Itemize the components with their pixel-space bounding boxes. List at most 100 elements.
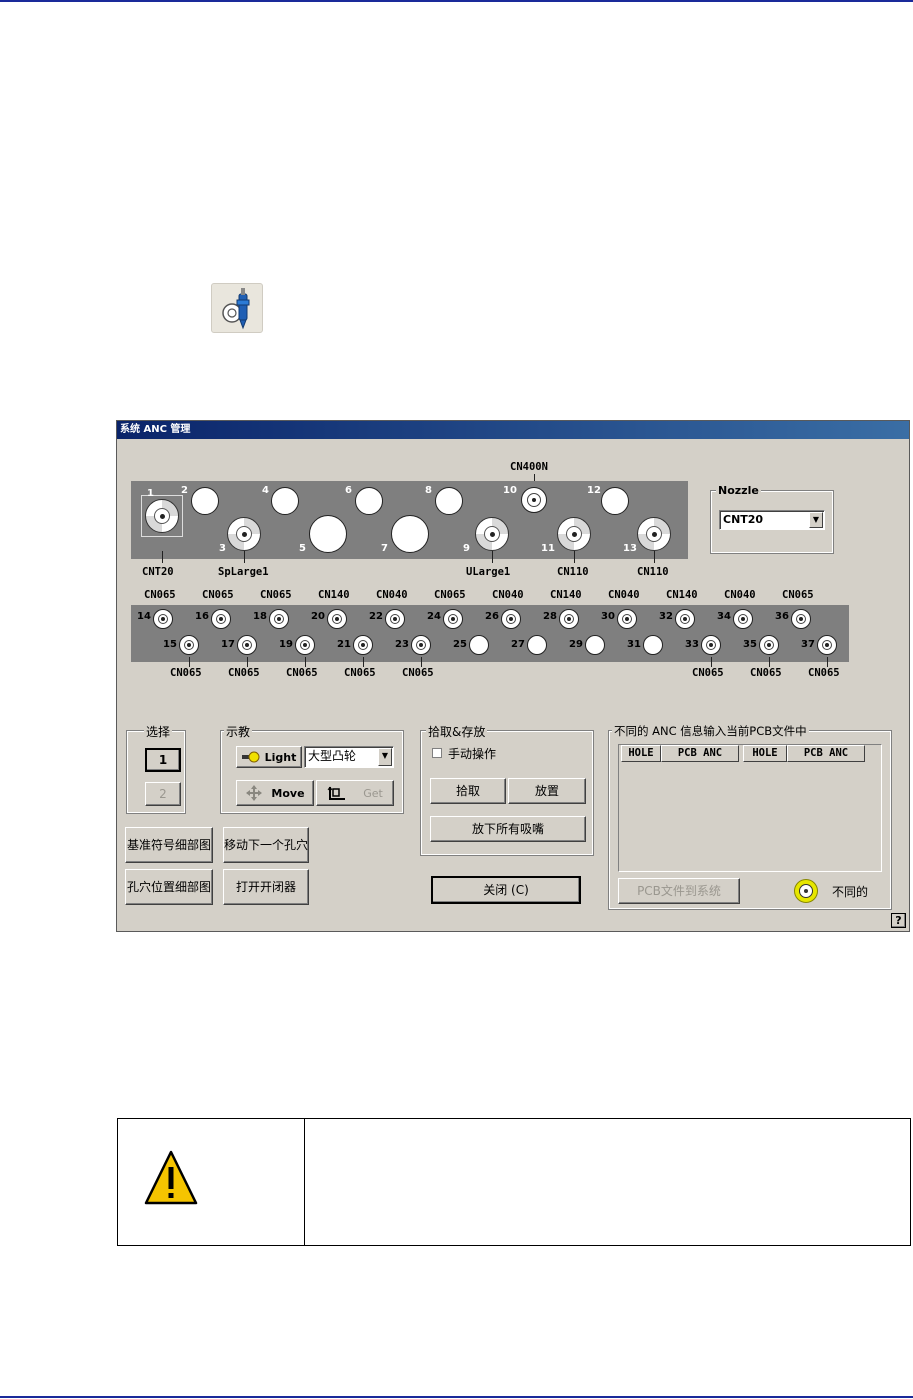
- empty-hole-8[interactable]: [435, 487, 463, 515]
- fiducial-detail-button[interactable]: 基准符号细部图: [125, 827, 213, 863]
- nozzle-hole-30[interactable]: [617, 609, 637, 629]
- hole-number: 9: [463, 543, 470, 554]
- open-opener-button[interactable]: 打开开闭器: [223, 869, 309, 905]
- empty-hole-5[interactable]: [309, 515, 347, 553]
- nozzle-hole-17[interactable]: [237, 635, 257, 655]
- cam-select-value: 大型凸轮: [308, 749, 357, 763]
- anc-management-dialog: 系统 ANC 管理 CN400N 1 2 3 4 5 6 7 8 9 10 11…: [116, 420, 910, 932]
- nozzle-hole-26[interactable]: [501, 609, 521, 629]
- column-header-pcb-anc[interactable]: PCB ANC: [787, 745, 865, 762]
- nozzle-group-title: Nozzle: [716, 484, 761, 497]
- label-tick: [421, 657, 422, 667]
- pick-button[interactable]: 拾取: [430, 778, 506, 804]
- hole-number: 29: [569, 639, 583, 650]
- nozzle-label-cnt20: CNT20: [142, 566, 174, 578]
- hole-number: 35: [743, 639, 757, 650]
- get-button[interactable]: Get: [316, 780, 394, 806]
- lower-nozzle-label: CN065: [750, 667, 782, 679]
- manual-operation-checkbox[interactable]: [432, 748, 442, 758]
- nozzle-hole-35[interactable]: [759, 635, 779, 655]
- nozzle-hole-14[interactable]: [153, 609, 173, 629]
- nozzle-hole-20[interactable]: [327, 609, 347, 629]
- select-button-2[interactable]: 2: [145, 782, 181, 806]
- nozzle-hole-33[interactable]: [701, 635, 721, 655]
- hole-number: 25: [453, 639, 467, 650]
- nozzle-hole-13[interactable]: [637, 517, 671, 551]
- hole-number: 20: [311, 611, 325, 622]
- nozzle-hole-24[interactable]: [443, 609, 463, 629]
- nozzle-hole-16[interactable]: [211, 609, 231, 629]
- nozzle-hole-1[interactable]: [145, 499, 179, 533]
- teach-group-title: 示教: [224, 723, 253, 740]
- move-arrows-icon: [246, 785, 263, 801]
- light-button[interactable]: Light: [236, 746, 302, 768]
- upper-nozzle-label: CN040: [376, 589, 408, 601]
- empty-hole-6[interactable]: [355, 487, 383, 515]
- column-header-hole[interactable]: HOLE: [743, 745, 787, 762]
- nozzle-hole-15[interactable]: [179, 635, 199, 655]
- hole-number: 21: [337, 639, 351, 650]
- cam-select[interactable]: 大型凸轮 ▼: [304, 746, 394, 768]
- nozzle-hole-23[interactable]: [411, 635, 431, 655]
- empty-hole-29[interactable]: [585, 635, 605, 655]
- chevron-down-icon[interactable]: ▼: [378, 748, 392, 766]
- nozzle-hole-19[interactable]: [295, 635, 315, 655]
- empty-hole-4[interactable]: [271, 487, 299, 515]
- hole-number: 6: [345, 485, 352, 496]
- help-button[interactable]: ?: [891, 913, 906, 928]
- select-group: 选择 1 2: [126, 723, 186, 814]
- place-button[interactable]: 放置: [508, 778, 586, 804]
- hole-number: 12: [587, 485, 601, 496]
- lower-nozzle-label: CN065: [228, 667, 260, 679]
- empty-hole-2[interactable]: [191, 487, 219, 515]
- footer-rule: [0, 1396, 913, 1398]
- move-button[interactable]: Move: [236, 780, 314, 806]
- nozzle-hole-18[interactable]: [269, 609, 289, 629]
- hole-number: 8: [425, 485, 432, 496]
- nozzle-hole-37[interactable]: [817, 635, 837, 655]
- hole-number: 24: [427, 611, 441, 622]
- move-next-hole-button[interactable]: 移动下一个孔穴: [223, 827, 309, 863]
- chevron-down-icon[interactable]: ▼: [809, 512, 823, 528]
- move-button-label: Move: [271, 786, 305, 800]
- empty-hole-27[interactable]: [527, 635, 547, 655]
- column-header-pcb-anc[interactable]: PCB ANC: [661, 745, 739, 762]
- nozzle-hole-9[interactable]: [475, 517, 509, 551]
- nozzle-hole-11[interactable]: [557, 517, 591, 551]
- anc-difference-list[interactable]: HOLE PCB ANC HOLE PCB ANC: [618, 744, 882, 872]
- dialog-title: 系统 ANC 管理: [117, 421, 909, 439]
- empty-hole-7[interactable]: [391, 515, 429, 553]
- nozzle-hole-22[interactable]: [385, 609, 405, 629]
- hole-number: 16: [195, 611, 209, 622]
- nozzle-hole-36[interactable]: [791, 609, 811, 629]
- select-group-title: 选择: [144, 723, 173, 740]
- hole-number: 31: [627, 639, 641, 650]
- nozzle-select[interactable]: CNT20 ▼: [719, 510, 825, 530]
- hole-number: 2: [181, 485, 188, 496]
- label-tick: [247, 657, 248, 667]
- empty-hole-31[interactable]: [643, 635, 663, 655]
- lower-nozzle-label: CN065: [808, 667, 840, 679]
- nozzle-hole-34[interactable]: [733, 609, 753, 629]
- select-button-1[interactable]: 1: [145, 748, 181, 772]
- anc-difference-group: 不同的 ANC 信息输入当前PCB文件中 HOLE PCB ANC HOLE P…: [608, 723, 892, 910]
- close-button[interactable]: 关闭 (C): [431, 876, 581, 904]
- lower-nozzle-label: CN065: [692, 667, 724, 679]
- nozzle-hole-10[interactable]: [521, 487, 547, 513]
- upper-nozzle-label: CN065: [782, 589, 814, 601]
- nozzle-hole-32[interactable]: [675, 609, 695, 629]
- nozzle-hole-3[interactable]: [227, 517, 261, 551]
- empty-hole-25[interactable]: [469, 635, 489, 655]
- label-tick: [189, 657, 190, 667]
- column-header-hole[interactable]: HOLE: [621, 745, 661, 762]
- hole-position-detail-button[interactable]: 孔穴位置细部图: [125, 869, 213, 905]
- pcb-to-system-button[interactable]: PCB文件到系统: [618, 878, 740, 904]
- label-tick: [574, 551, 575, 563]
- hole-number: 33: [685, 639, 699, 650]
- release-all-nozzles-button[interactable]: 放下所有吸嘴: [430, 816, 586, 842]
- upper-nozzle-label: CN040: [492, 589, 524, 601]
- empty-hole-12[interactable]: [601, 487, 629, 515]
- nozzle-hole-28[interactable]: [559, 609, 579, 629]
- nozzle-group: Nozzle CNT20 ▼: [710, 484, 834, 554]
- nozzle-hole-21[interactable]: [353, 635, 373, 655]
